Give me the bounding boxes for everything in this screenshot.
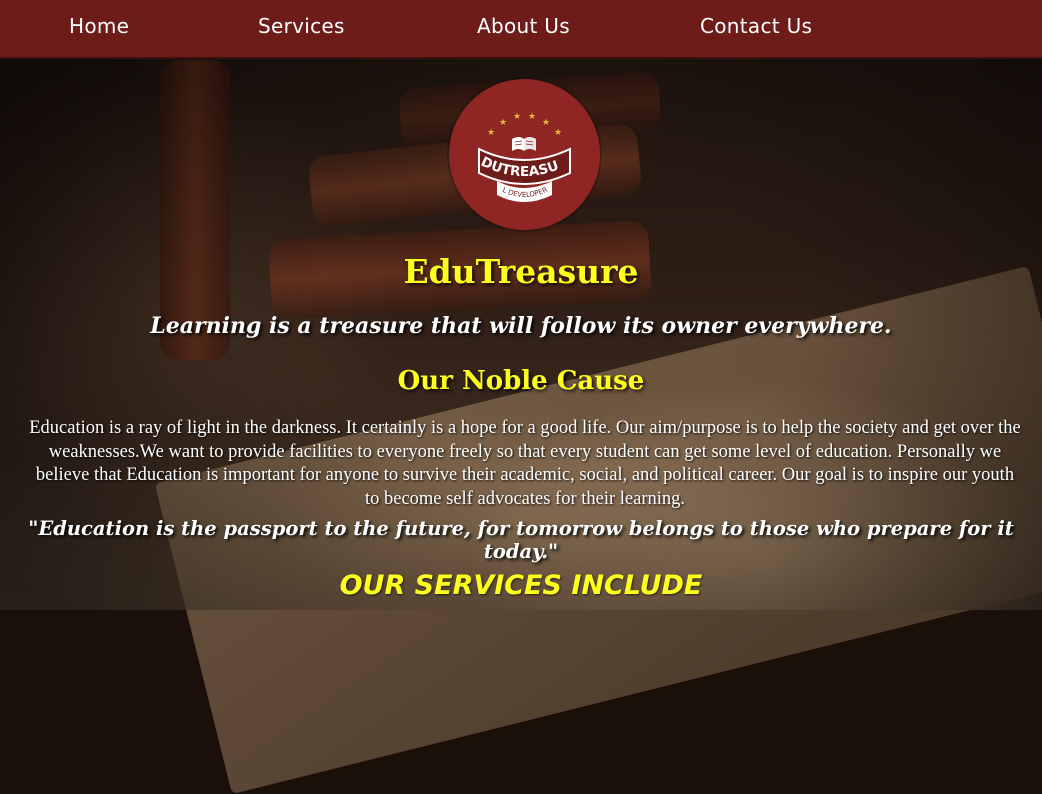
svg-text:★: ★ xyxy=(528,112,536,122)
nav-link-services[interactable]: Services xyxy=(258,14,345,38)
top-navigation-bar: Home Services About Us Contact Us xyxy=(0,0,1042,59)
nav-link-home[interactable]: Home xyxy=(69,14,129,38)
noble-cause-heading: Our Noble Cause xyxy=(397,366,645,396)
noble-cause-paragraph: Education is a ray of light in the darkn… xyxy=(29,418,1021,509)
site-title: EduTreasure xyxy=(403,252,639,291)
logo-stars: ★ ★ ★ ★ ★ ★ xyxy=(487,112,562,138)
svg-text:★: ★ xyxy=(487,128,495,138)
education-quote: "Education is the passport to the future… xyxy=(28,517,1014,563)
svg-text:★: ★ xyxy=(513,112,521,122)
svg-text:★: ★ xyxy=(499,118,507,128)
site-tagline: Learning is a treasure that will follow … xyxy=(150,313,892,339)
services-heading: OUR SERVICES INCLUDE xyxy=(339,570,703,601)
open-book-icon xyxy=(512,137,536,151)
edutreasure-logo: ★ ★ ★ ★ ★ ★ EDUTREASURE OL DEVELOPERS xyxy=(449,79,600,230)
nav-link-about-us[interactable]: About Us xyxy=(477,14,570,38)
nav-link-contact-us[interactable]: Contact Us xyxy=(700,14,812,38)
logo-name: EDUTREASURE xyxy=(449,79,561,180)
svg-text:★: ★ xyxy=(542,118,550,128)
svg-text:EDUTREASURE: EDUTREASURE xyxy=(449,79,561,180)
svg-text:★: ★ xyxy=(554,128,562,138)
